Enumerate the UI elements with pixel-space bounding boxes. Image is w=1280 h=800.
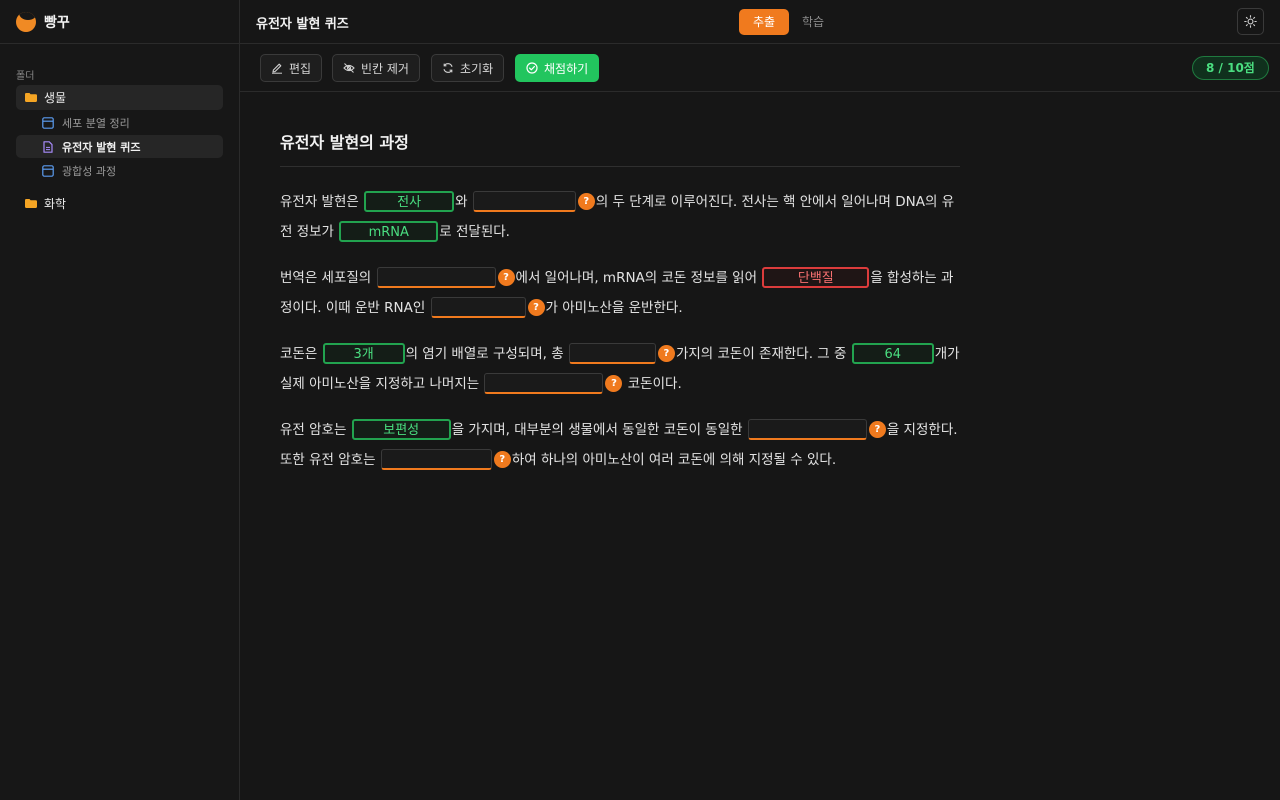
- blank-correct[interactable]: 3개: [322, 342, 405, 364]
- tab-extract[interactable]: 추출: [739, 9, 790, 35]
- text: 로 전달된다.: [439, 224, 510, 240]
- brand[interactable]: 빵꾸: [0, 0, 239, 44]
- folder-chemistry[interactable]: 화학: [16, 191, 223, 216]
- text: 가 아미노산을 운반한다.: [545, 300, 683, 316]
- hint-icon[interactable]: ?: [657, 344, 675, 362]
- file-photosynthesis[interactable]: 광합성 과정: [16, 159, 223, 182]
- paragraph-2: 번역은 세포질의 ? 에서 일어나며, mRNA의 코돈 정보를 읽어 단백질 을 …: [280, 263, 960, 323]
- toolbar: 편집 빈칸 제거 초기화 채점하기 8 / 10점: [240, 44, 1280, 92]
- hint-icon[interactable]: ?: [605, 374, 623, 392]
- blank-empty[interactable]: [380, 448, 492, 470]
- top-bar: 유전자 발현 퀴즈 추출 학습: [240, 0, 1280, 44]
- blank-incorrect[interactable]: 단백질: [762, 266, 870, 288]
- blank-empty[interactable]: [430, 296, 526, 318]
- file-gene-expression-quiz[interactable]: 유전자 발현 퀴즈: [16, 135, 223, 158]
- text: 유전 암호는: [280, 422, 351, 438]
- theme-toggle-button[interactable]: [1237, 8, 1264, 35]
- text: 의 염기 배열로 구성되며, 총: [405, 346, 568, 362]
- text: 에서 일어나며, mRNA의 코돈 정보를 읽어: [515, 270, 762, 286]
- score-badge: 8 / 10점: [1192, 56, 1269, 80]
- check-circle-icon: [526, 62, 538, 74]
- folder-biology[interactable]: 생물: [16, 85, 223, 110]
- text: 코돈이다.: [623, 376, 682, 392]
- hide-blanks-label: 빈칸 제거: [361, 61, 409, 76]
- document-heading: 유전자 발현의 과정: [280, 129, 960, 167]
- folder-section-caption: 폴더: [16, 71, 35, 82]
- eye-off-icon: [343, 63, 355, 73]
- reset-button[interactable]: 초기화: [431, 54, 505, 82]
- grade-button[interactable]: 채점하기: [515, 54, 600, 82]
- blank-correct[interactable]: 64: [851, 342, 934, 364]
- hint-icon[interactable]: ?: [577, 192, 595, 210]
- hint-icon[interactable]: ?: [527, 298, 545, 316]
- pencil-icon: [272, 63, 282, 74]
- refresh-icon: [443, 63, 453, 73]
- blank-correct[interactable]: mRNA: [339, 220, 439, 242]
- text: 하여 하나의 아미노산이 여러 코돈에 의해 지정될 수 있다.: [511, 452, 837, 468]
- hint-icon[interactable]: ?: [497, 268, 515, 286]
- folder-icon: [25, 199, 37, 208]
- tab-study[interactable]: 학습: [788, 9, 838, 35]
- text: 코돈은: [280, 346, 322, 362]
- blank-empty[interactable]: [568, 342, 656, 364]
- text: 와: [455, 194, 472, 210]
- text: 번역은 세포질의: [280, 270, 376, 286]
- table-icon: [42, 164, 54, 177]
- blank-empty[interactable]: [376, 266, 496, 288]
- document-icon: [43, 140, 53, 153]
- folder-label: 화학: [44, 197, 67, 211]
- text: 가지의 코돈이 존재한다. 그 중: [675, 346, 851, 362]
- hint-icon[interactable]: ?: [493, 450, 511, 468]
- blank-empty[interactable]: [484, 372, 604, 394]
- blank-empty[interactable]: [747, 418, 867, 440]
- blank-correct[interactable]: 전사: [364, 190, 455, 212]
- sun-icon: [1244, 15, 1257, 28]
- file-label: 유전자 발현 퀴즈: [62, 140, 141, 154]
- blank-empty[interactable]: [472, 190, 576, 212]
- paragraph-4: 유전 암호는 보편성 을 가지며, 대부분의 생물에서 동일한 코돈이 동일한 ?…: [280, 415, 960, 475]
- document-title: 유전자 발현 퀴즈: [256, 17, 349, 32]
- reset-label: 초기화: [460, 61, 494, 76]
- table-icon: [42, 116, 54, 129]
- blank-correct[interactable]: 보편성: [351, 418, 451, 440]
- edit-button[interactable]: 편집: [260, 54, 323, 82]
- file-cell-division[interactable]: 세포 분열 정리: [16, 111, 223, 134]
- file-label: 세포 분열 정리: [62, 116, 130, 130]
- logo-icon: [16, 11, 36, 32]
- folder-tree: 생물 세포 분열 정리 유전자 발현 퀴즈 광합성 과정 화학: [16, 85, 223, 216]
- hint-icon[interactable]: ?: [868, 420, 886, 438]
- sidebar: 빵꾸 폴더 생물 세포 분열 정리 유전자 발현 퀴즈 광합성 과정 화학: [0, 0, 240, 800]
- folder-icon: [25, 93, 37, 102]
- folder-label: 생물: [44, 91, 67, 105]
- paragraph-1: 유전자 발현은 전사 와 ? 의 두 단계로 이루어진다. 전사는 핵 안에서 일어…: [280, 187, 960, 247]
- paragraph-3: 코돈은 3개 의 염기 배열로 구성되며, 총 ? 가지의 코돈이 존재한다. 그 …: [280, 339, 960, 399]
- file-label: 광합성 과정: [62, 164, 117, 178]
- edit-label: 편집: [289, 61, 312, 76]
- text: 을 가지며, 대부분의 생물에서 동일한 코돈이 동일한: [451, 422, 747, 438]
- app-name: 빵꾸: [44, 14, 70, 31]
- text: 유전자 발현은: [280, 194, 364, 210]
- document-body: 유전자 발현의 과정 유전자 발현은 전사 와 ? 의 두 단계로 이루어진다. 전…: [280, 92, 960, 475]
- grade-label: 채점하기: [544, 61, 589, 76]
- hide-blanks-button[interactable]: 빈칸 제거: [332, 54, 420, 82]
